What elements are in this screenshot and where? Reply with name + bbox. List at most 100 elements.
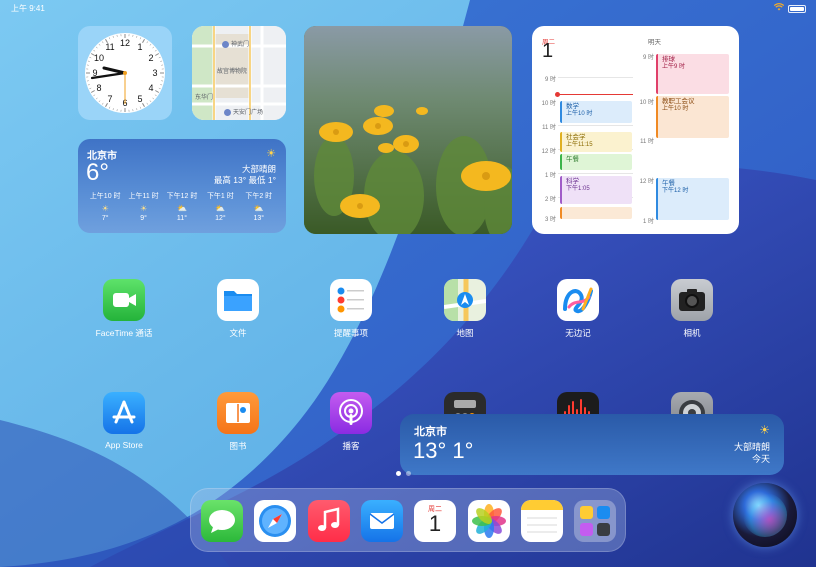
sun-icon: ☀	[139, 204, 148, 213]
clock-numeral: 5	[137, 94, 142, 104]
photos-icon[interactable]	[468, 500, 510, 542]
app-books[interactable]: 图书	[198, 392, 278, 452]
books-icon	[217, 392, 259, 434]
reminders-icon	[330, 279, 372, 321]
calendar-time: 2 时	[544, 197, 556, 203]
weather-widget[interactable]: 北京市 6° ☀ 大部晴朗 最高 13° 最低 1° 上午10 时 ☀ 7° 上午1…	[78, 139, 286, 233]
calendar-time: 10 时	[541, 101, 556, 107]
weather-hour: 下午1 时 ⛅ 12°	[202, 191, 238, 222]
clock-numeral: 12	[120, 38, 130, 48]
weather-high-low: 最高 13° 最低 1°	[213, 175, 276, 185]
dock-calendar-date: 1	[428, 511, 442, 536]
status-bar: 上午 9:41	[0, 2, 816, 16]
clock-numeral: 8	[96, 83, 101, 93]
clock-numeral: 10	[94, 53, 104, 63]
calendar-event[interactable]: 社会学 上午11:15	[560, 132, 632, 152]
calendar-widget[interactable]: 周二 1 明天 9 时 10 时 11 时 12 时 1 时 2 时 3 时 数…	[532, 26, 739, 234]
podcasts-icon	[330, 392, 372, 434]
weather-hour: 下午12 时 ⛅ 11°	[164, 191, 200, 222]
app-freeform[interactable]: 无边记	[538, 279, 618, 339]
calendar-icon[interactable]: 周二 1	[414, 500, 456, 542]
calendar-time: 12 时	[639, 179, 654, 185]
map-widget[interactable]: 神武门 故宫博物院 东华门 天安门广场	[192, 26, 286, 120]
clock-numeral: 11	[105, 42, 114, 52]
calendar-event[interactable]	[560, 207, 632, 219]
safari-icon[interactable]	[254, 500, 296, 542]
app-label: 地图	[456, 328, 474, 338]
clock-widget[interactable]: 123456789101112	[78, 26, 172, 120]
partly-cloudy-icon: ⛅	[176, 204, 187, 213]
mail-icon[interactable]	[361, 500, 403, 542]
calendar-event[interactable]: 午餐 下午12 时	[656, 178, 729, 220]
notes-icon[interactable]	[521, 500, 563, 542]
app-label: 提醒事项	[333, 328, 368, 338]
facetime-icon	[103, 279, 145, 321]
weather-banner-city: 北京市	[414, 426, 447, 438]
weather-temperature: 6°	[86, 159, 109, 186]
page-dot[interactable]	[396, 471, 401, 476]
weather-hour: 下午2 时 ⛅ 13°	[241, 191, 277, 222]
freeform-icon	[557, 279, 599, 321]
flower-photo	[304, 26, 512, 234]
status-time: 上午 9:41	[11, 4, 45, 13]
app-label: 播客	[342, 441, 360, 451]
sun-icon: ☀	[101, 204, 109, 213]
files-icon	[217, 279, 259, 321]
messages-icon[interactable]	[201, 500, 243, 542]
clock-numeral: 3	[152, 68, 157, 78]
calendar-event[interactable]: 教职工会议 上午10 时	[656, 96, 729, 138]
app-podcasts[interactable]: 播客	[311, 392, 391, 452]
calendar-event[interactable]: 数学 上午10 时	[560, 101, 632, 123]
sun-icon: ☀	[759, 423, 770, 437]
app-store-icon	[103, 392, 145, 434]
page-indicator[interactable]	[396, 471, 411, 476]
calendar-event[interactable]: 午餐	[560, 154, 632, 170]
app-label: 相机	[683, 328, 701, 338]
clock-numeral: 4	[148, 83, 153, 93]
map-label: 神武门	[222, 39, 249, 48]
calendar-today-date: 1	[542, 40, 554, 62]
weather-banner-day: 今天	[751, 454, 770, 464]
music-icon[interactable]	[308, 500, 350, 542]
app-label: App Store	[105, 440, 143, 450]
app-label: FaceTime 通话	[95, 328, 153, 338]
app-app-store[interactable]: App Store	[84, 392, 164, 450]
weather-banner[interactable]: 北京市 13° 1° ☀ 大部晴朗 今天	[400, 414, 784, 475]
app-label: 文件	[229, 328, 247, 338]
calendar-time: 1 时	[544, 173, 556, 179]
camera-icon	[671, 279, 713, 321]
clock-numeral: 1	[137, 42, 142, 52]
map-label: 故宫博物院	[217, 69, 248, 75]
battery-icon	[788, 5, 806, 13]
photo-widget[interactable]	[304, 26, 512, 234]
siri-icon[interactable]	[733, 483, 797, 547]
app-maps[interactable]: 地图	[425, 279, 505, 339]
maps-icon	[444, 279, 486, 321]
sun-icon: ☀	[266, 148, 276, 160]
clock-numeral: 2	[148, 53, 153, 63]
weather-hour: 上午10 时 ☀ 7°	[87, 191, 123, 222]
weather-banner-temps: 13° 1°	[413, 438, 474, 463]
calendar-event[interactable]: 排球 上午9 时	[656, 54, 729, 94]
weather-hour: 上午11 时 ☀ 9°	[126, 191, 162, 222]
calendar-time: 3 时	[544, 217, 556, 223]
app-facetime[interactable]: FaceTime 通话	[84, 279, 164, 339]
app-files[interactable]: 文件	[198, 279, 278, 339]
calendar-time: 12 时	[541, 149, 556, 155]
page-dot[interactable]	[406, 471, 411, 476]
clock-face: 123456789101112	[85, 33, 165, 113]
map-label: 天安门广场	[224, 107, 263, 116]
calendar-event[interactable]: 科学 下午1:05	[560, 176, 632, 204]
app-library-icon[interactable]	[574, 500, 616, 542]
app-camera[interactable]: 相机	[652, 279, 732, 339]
calendar-time: 10 时	[639, 100, 654, 106]
partly-cloudy-icon: ⛅	[253, 204, 264, 213]
calendar-time: 11 时	[640, 139, 654, 145]
app-label: 图书	[229, 441, 247, 451]
app-reminders[interactable]: 提醒事项	[311, 279, 391, 339]
clock-numeral: 7	[107, 94, 112, 104]
calendar-time: 9 时	[544, 77, 556, 83]
app-label: 无边记	[565, 328, 591, 338]
weather-hourly: 上午10 时 ☀ 7° 上午11 时 ☀ 9° 下午12 时 ⛅ 11° 下午1 时 ⛅ 12°…	[78, 191, 286, 222]
calendar-time: 11 时	[542, 125, 556, 131]
